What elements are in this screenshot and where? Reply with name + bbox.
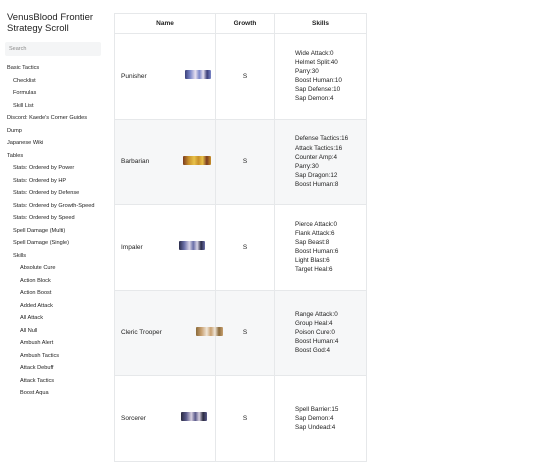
skill-entry: Parry:30 bbox=[295, 68, 319, 76]
sidebar-item[interactable]: Dump bbox=[0, 125, 108, 138]
skills-cell: Range Attack:0 Group Heal:4 Poison Cure:0 B… bbox=[274, 289, 367, 376]
skill-entry: Boost Human:4 bbox=[295, 338, 339, 346]
growth-grade: S bbox=[215, 289, 275, 376]
sidebar-item[interactable]: Spell Damage (Single) bbox=[0, 237, 108, 250]
skill-entry: Sap Beast:8 bbox=[295, 239, 330, 247]
table-row: Punisher S Wide Attack:0 Helmet Split:40 Par… bbox=[114, 33, 367, 120]
skills-cell: Wide Attack:0 Helmet Split:40 Parry:30 Boos… bbox=[274, 33, 367, 120]
skill-entry: Boost Human:6 bbox=[295, 248, 339, 256]
unit-name-cell: Cleric Trooper bbox=[114, 289, 223, 376]
site-title[interactable]: VenusBlood Frontier Strategy Scroll bbox=[7, 12, 107, 34]
skill-entry: Group Heal:4 bbox=[295, 320, 333, 328]
unit-name: Barbarian bbox=[121, 158, 150, 166]
sidebar-item[interactable]: Skills bbox=[0, 250, 108, 263]
unit-name-cell: Impaler bbox=[114, 204, 216, 291]
main-content: Name Growth Skills Punisher S Wide Attack:… bbox=[114, 13, 367, 462]
skills-cell: Spell Barrier:15 Sap Demon:4 Sap Undead:4 bbox=[274, 375, 367, 462]
sidebar-item[interactable]: All Attack bbox=[0, 312, 108, 325]
column-header-growth[interactable]: Growth bbox=[215, 13, 275, 34]
sidebar-item[interactable]: Basic Tactics bbox=[0, 62, 108, 75]
sidebar-item[interactable]: Stats: Ordered by Speed bbox=[0, 212, 108, 225]
table-row: Cleric Trooper S Range Attack:0 Group Heal:… bbox=[114, 289, 367, 376]
skill-entry: Boost Human:8 bbox=[295, 180, 339, 188]
sidebar-nav: Basic Tactics Checklist Formulas Skill List… bbox=[0, 62, 108, 400]
skill-entry: Boost God:4 bbox=[295, 347, 331, 355]
column-header-name[interactable]: Name bbox=[114, 13, 216, 34]
sidebar-item[interactable]: Spell Damage (Multi) bbox=[0, 225, 108, 238]
skill-entry: Flank Attack:6 bbox=[295, 230, 335, 238]
sidebar-item[interactable]: Attack Tactics bbox=[0, 375, 108, 388]
unit-portrait-image bbox=[179, 241, 205, 251]
skill-entry: Range Attack:0 bbox=[295, 311, 338, 319]
skill-entry: Sap Demon:4 bbox=[295, 414, 334, 422]
sidebar-item[interactable]: Japanese Wiki bbox=[0, 137, 108, 150]
growth-grade: S bbox=[215, 204, 275, 291]
growth-grade: S bbox=[215, 118, 275, 205]
unit-name: Cleric Trooper bbox=[121, 329, 162, 337]
skill-entry: Defense Tactics:16 bbox=[295, 135, 349, 143]
skill-entry: Sap Undead:4 bbox=[295, 423, 336, 431]
skill-entry: Sap Dragon:12 bbox=[295, 171, 338, 179]
sidebar-item[interactable]: Checklist bbox=[0, 75, 108, 88]
sidebar: VenusBlood Frontier Strategy Scroll Basi… bbox=[0, 0, 108, 405]
unit-name: Impaler bbox=[121, 243, 143, 251]
sidebar-item[interactable]: Tables bbox=[0, 150, 108, 163]
skill-entry: Spell Barrier:15 bbox=[295, 405, 339, 413]
skill-entry: Wide Attack:0 bbox=[295, 49, 334, 57]
skill-entry: Light Blast:6 bbox=[295, 257, 330, 265]
unit-portrait-image bbox=[181, 412, 207, 422]
sidebar-item[interactable]: Added Attack bbox=[0, 300, 108, 313]
sidebar-item[interactable]: Absolute Cure bbox=[0, 262, 108, 275]
sidebar-item[interactable]: Stats: Ordered by Power bbox=[0, 162, 108, 175]
skill-entry: Target Heal:6 bbox=[295, 266, 333, 274]
skill-entry: Boost Human:10 bbox=[295, 77, 342, 85]
unit-name-cell: Barbarian bbox=[114, 118, 216, 205]
skill-entry: Counter Amp:4 bbox=[295, 153, 338, 161]
skill-entry: Poison Cure:0 bbox=[295, 329, 335, 337]
sidebar-item[interactable]: Stats: Ordered by Defense bbox=[0, 187, 108, 200]
sidebar-item[interactable]: Ambush Tactics bbox=[0, 350, 108, 363]
sidebar-item[interactable]: Skill List bbox=[0, 100, 108, 113]
table-row: Barbarian S Defense Tactics:16 Attack Tacti… bbox=[114, 118, 367, 205]
sidebar-item[interactable]: Formulas bbox=[0, 87, 108, 100]
sidebar-item[interactable]: Boost Aqua bbox=[0, 387, 108, 400]
sidebar-item[interactable]: Ambush Alert bbox=[0, 337, 108, 350]
unit-name-cell: Sorcerer bbox=[114, 375, 216, 462]
column-header-skills[interactable]: Skills bbox=[274, 13, 367, 34]
growth-grade: S bbox=[215, 375, 275, 462]
unit-portrait-image bbox=[185, 70, 211, 80]
table-row: Sorcerer S Spell Barrier:15 Sap Demon:4 Sap … bbox=[114, 375, 367, 462]
table-header-row: Name Growth Skills bbox=[114, 13, 367, 34]
growth-grade: S bbox=[215, 33, 275, 120]
skill-entry: Sap Defense:10 bbox=[295, 86, 341, 94]
unit-portrait-image bbox=[196, 326, 223, 336]
search-input[interactable] bbox=[5, 42, 101, 56]
skill-entry: Attack Tactics:16 bbox=[295, 144, 343, 152]
sidebar-item[interactable]: All Null bbox=[0, 325, 108, 338]
skills-cell: Pierce Attack:0 Flank Attack:6 Sap Beast:8… bbox=[274, 204, 367, 291]
unit-portrait-image bbox=[183, 155, 211, 165]
skill-entry: Parry:30 bbox=[295, 162, 319, 170]
sidebar-item[interactable]: Discord: Kaede's Corner Guides bbox=[0, 112, 108, 125]
skill-entry: Sap Demon:4 bbox=[295, 95, 334, 103]
unit-name-cell: Punisher bbox=[114, 33, 216, 120]
skill-entry: Pierce Attack:0 bbox=[295, 220, 337, 228]
unit-name: Punisher bbox=[121, 72, 147, 80]
skills-cell: Defense Tactics:16 Attack Tactics:16 Count… bbox=[274, 118, 367, 205]
unit-name: Sorcerer bbox=[121, 414, 146, 422]
skill-entry: Helmet Split:40 bbox=[295, 59, 338, 67]
sidebar-item[interactable]: Stats: Ordered by Growth-Speed bbox=[0, 200, 108, 213]
sidebar-item[interactable]: Action Block bbox=[0, 275, 108, 288]
table-row: Impaler S Pierce Attack:0 Flank Attack:6 Sap… bbox=[114, 204, 367, 291]
stats-table: Name Growth Skills Punisher S Wide Attack:… bbox=[114, 13, 367, 462]
sidebar-item[interactable]: Stats: Ordered by HP bbox=[0, 175, 108, 188]
sidebar-item[interactable]: Attack Debuff bbox=[0, 362, 108, 375]
sidebar-item[interactable]: Action Boost bbox=[0, 287, 108, 300]
